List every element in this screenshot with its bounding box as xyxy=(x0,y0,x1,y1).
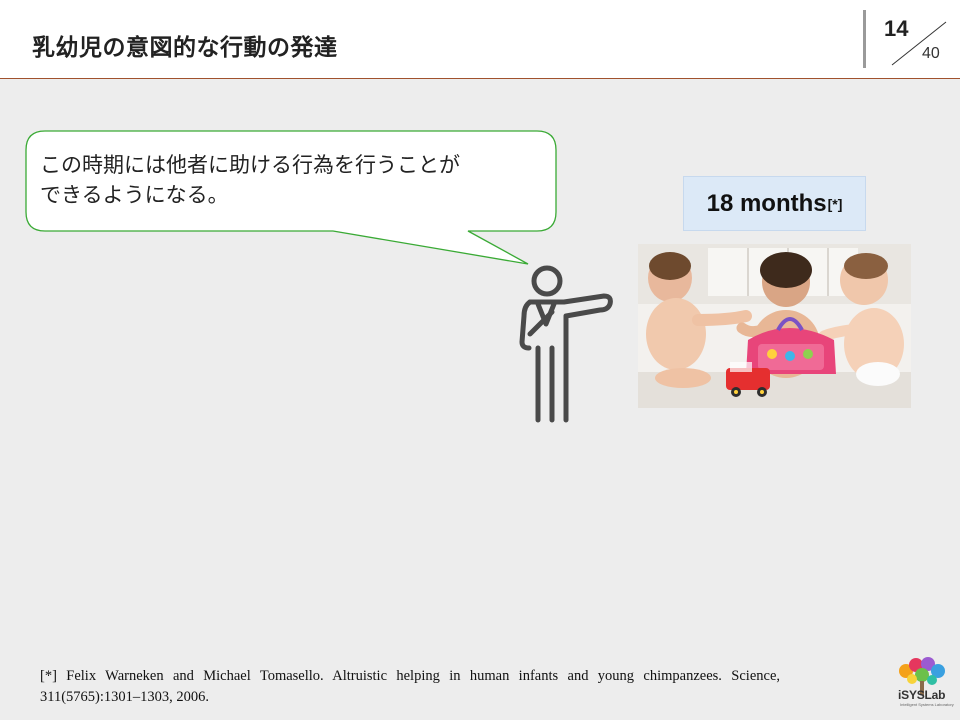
months-label-box: 18 months [*] xyxy=(683,176,866,231)
speech-bubble-text: この時期には他者に助ける行為を行うことが できるようになる。 xyxy=(40,150,540,210)
months-label: 18 months xyxy=(706,189,827,217)
citation-footnote: [*] Felix Warneken and Michael Tomasello… xyxy=(40,668,780,705)
bubble-line-2: できるようになる。 xyxy=(40,183,229,207)
presenter-icon xyxy=(519,265,613,423)
months-ref: [*] xyxy=(827,195,843,212)
babies-photo xyxy=(638,244,911,408)
logo-text: iSYSLab xyxy=(898,688,946,702)
logo-subtext: Intelligent Systems Laboratory xyxy=(900,702,954,707)
babies-playing-photo-icon xyxy=(638,244,911,408)
bubble-line-1: この時期には他者に助ける行為を行うことが xyxy=(40,153,460,177)
